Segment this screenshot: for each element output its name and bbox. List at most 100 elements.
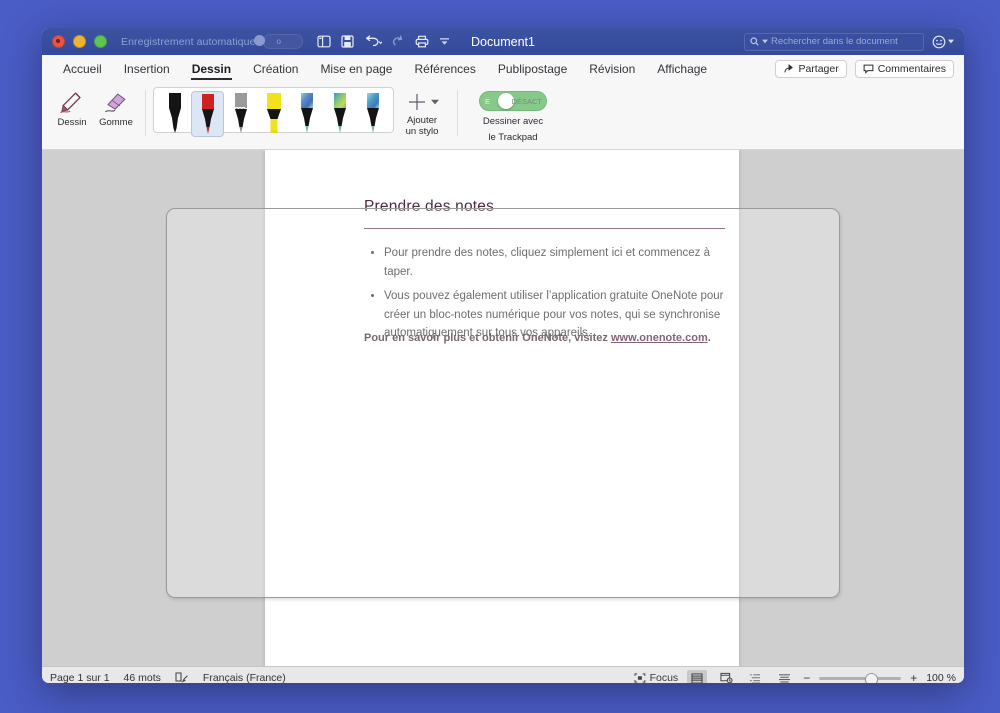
status-bar: Page 1 sur 1 46 mots Français (France) F… [42,666,964,683]
tab-dessin[interactable]: Dessin [181,58,242,80]
autosave-control[interactable]: Enregistrement automatique o [121,34,303,49]
trackpad-label-line1: Dessiner avec [482,116,544,127]
trackpad-toggle[interactable]: E DÉSACT [479,91,547,111]
close-button[interactable] [52,35,65,48]
zoom-level-label[interactable]: 100 % [926,672,956,683]
focus-icon [634,673,645,683]
add-pen-label-line1: Ajouter [406,115,438,126]
ribbon-tab-bar: Accueil Insertion Dessin Création Mise e… [42,55,964,82]
chevron-down-icon[interactable] [430,99,439,105]
tool-dessin-label: Dessin [57,117,87,128]
view-print-layout[interactable] [687,670,708,683]
ribbon-actions: Partager Commentaires [775,59,954,78]
add-pen-controls [406,89,439,115]
zoom-in-button[interactable]: + [910,671,917,683]
tab-mise-en-page[interactable]: Mise en page [309,58,403,79]
zoom-slider[interactable] [819,672,902,683]
list-item: Pour prendre des notes, cliquez simpleme… [384,244,734,281]
window-controls [42,35,107,48]
drawing-tools-group: Dessin Gomme [50,87,138,143]
status-left: Page 1 sur 1 46 mots Français (France) [50,671,286,684]
divider [145,90,146,136]
onenote-link[interactable]: www.onenote.com [611,332,708,344]
focus-button[interactable]: Focus [634,672,679,683]
search-icon [750,37,759,46]
document-footnote: Pour en savoir plus et obtenir OneNote, … [364,332,734,344]
autosave-label: Enregistrement automatique [121,35,256,48]
page-count-label[interactable]: Page 1 sur 1 [50,672,110,683]
draw-with-trackpad-group: E DÉSACT Dessiner avec le Trackpad [465,87,561,143]
tab-revision[interactable]: Révision [578,58,646,79]
customize-toolbar-icon[interactable] [439,36,450,47]
tab-insertion[interactable]: Insertion [113,58,181,79]
add-pen-button[interactable]: Ajouter un stylo [394,87,450,137]
save-icon[interactable] [340,35,354,48]
zoom-slider-handle[interactable] [865,672,879,683]
chevron-down-icon [948,39,954,44]
tab-creation[interactable]: Création [242,58,309,79]
maximize-button[interactable] [94,35,107,48]
document-canvas[interactable]: Prendre des notes Pour prendre des notes… [42,150,964,666]
tab-affichage[interactable]: Affichage [646,58,718,79]
zoom-out-button[interactable]: − [803,671,810,683]
pen-black[interactable] [158,91,191,137]
print-icon[interactable] [415,35,429,48]
chevron-down-icon [762,39,768,44]
language-label[interactable]: Français (France) [203,672,286,683]
pen-rainbow-teal[interactable] [356,91,389,137]
pencil-gray[interactable] [224,91,257,137]
redo-icon[interactable] [392,35,405,48]
comments-button[interactable]: Commentaires [854,59,954,78]
comments-label: Commentaires [877,62,946,75]
tab-accueil[interactable]: Accueil [52,58,113,79]
view-outline[interactable] [745,670,765,683]
account-icon[interactable] [932,35,954,49]
word-window: Enregistrement automatique o Document1 R… [42,28,964,683]
status-right: Focus − + 100 % [634,670,956,683]
pen-gallery [153,87,394,137]
footnote-prefix: Pour en savoir plus et obtenir OneNote, … [364,332,611,344]
desktop-background: Enregistrement automatique o Document1 R… [0,0,1000,713]
document-heading: Prendre des notes [364,198,495,215]
trackpad-label-line2: le Trackpad [488,132,538,143]
pen-red[interactable] [191,91,224,137]
eraser-icon [105,93,126,113]
add-pen-label-line2: un stylo [405,126,439,137]
view-web-layout[interactable] [716,670,736,683]
share-button[interactable]: Partager [775,59,847,78]
share-icon [784,64,794,73]
proofing-icon[interactable] [175,671,189,684]
autosave-state: o [276,37,282,46]
highlighter-yellow[interactable] [257,91,290,137]
trackpad-on-text: E [485,96,491,106]
search-placeholder: Rechercher dans le document [771,36,898,47]
tab-references[interactable]: Références [403,58,486,79]
heading-rule [364,228,725,229]
search-input[interactable]: Rechercher dans le document [744,32,924,51]
sidebar-icon[interactable] [316,35,331,48]
tool-gomme[interactable]: Gomme [94,87,138,128]
word-count-label[interactable]: 46 mots [124,672,161,683]
divider [457,90,458,136]
footnote-suffix: . [707,332,711,344]
ribbon-body: Dessin Gomme Ajouter un stylo E DÉSACT D… [42,82,964,150]
pen-rainbow-green[interactable] [323,91,356,137]
plus-icon [408,94,425,110]
titlebar-right: Rechercher dans le document [744,32,964,51]
pen-rainbow-blue[interactable] [290,91,323,137]
autosave-toggle[interactable]: o [253,34,303,49]
trackpad-off-text: DÉSACT [511,96,542,106]
quick-access-toolbar [316,35,450,48]
tab-publipostage[interactable]: Publipostage [487,58,578,79]
title-bar: Enregistrement automatique o Document1 R… [42,28,964,55]
comment-icon [863,64,874,74]
pen-draw-icon [60,92,81,114]
document-page[interactable]: Prendre des notes Pour prendre des notes… [265,150,739,666]
view-draft[interactable] [774,670,794,683]
focus-label: Focus [649,672,679,683]
share-label: Partager [798,62,839,75]
tool-dessin[interactable]: Dessin [50,87,94,128]
minimize-button[interactable] [73,35,86,48]
tool-gomme-label: Gomme [99,117,133,128]
undo-icon[interactable] [364,35,382,48]
